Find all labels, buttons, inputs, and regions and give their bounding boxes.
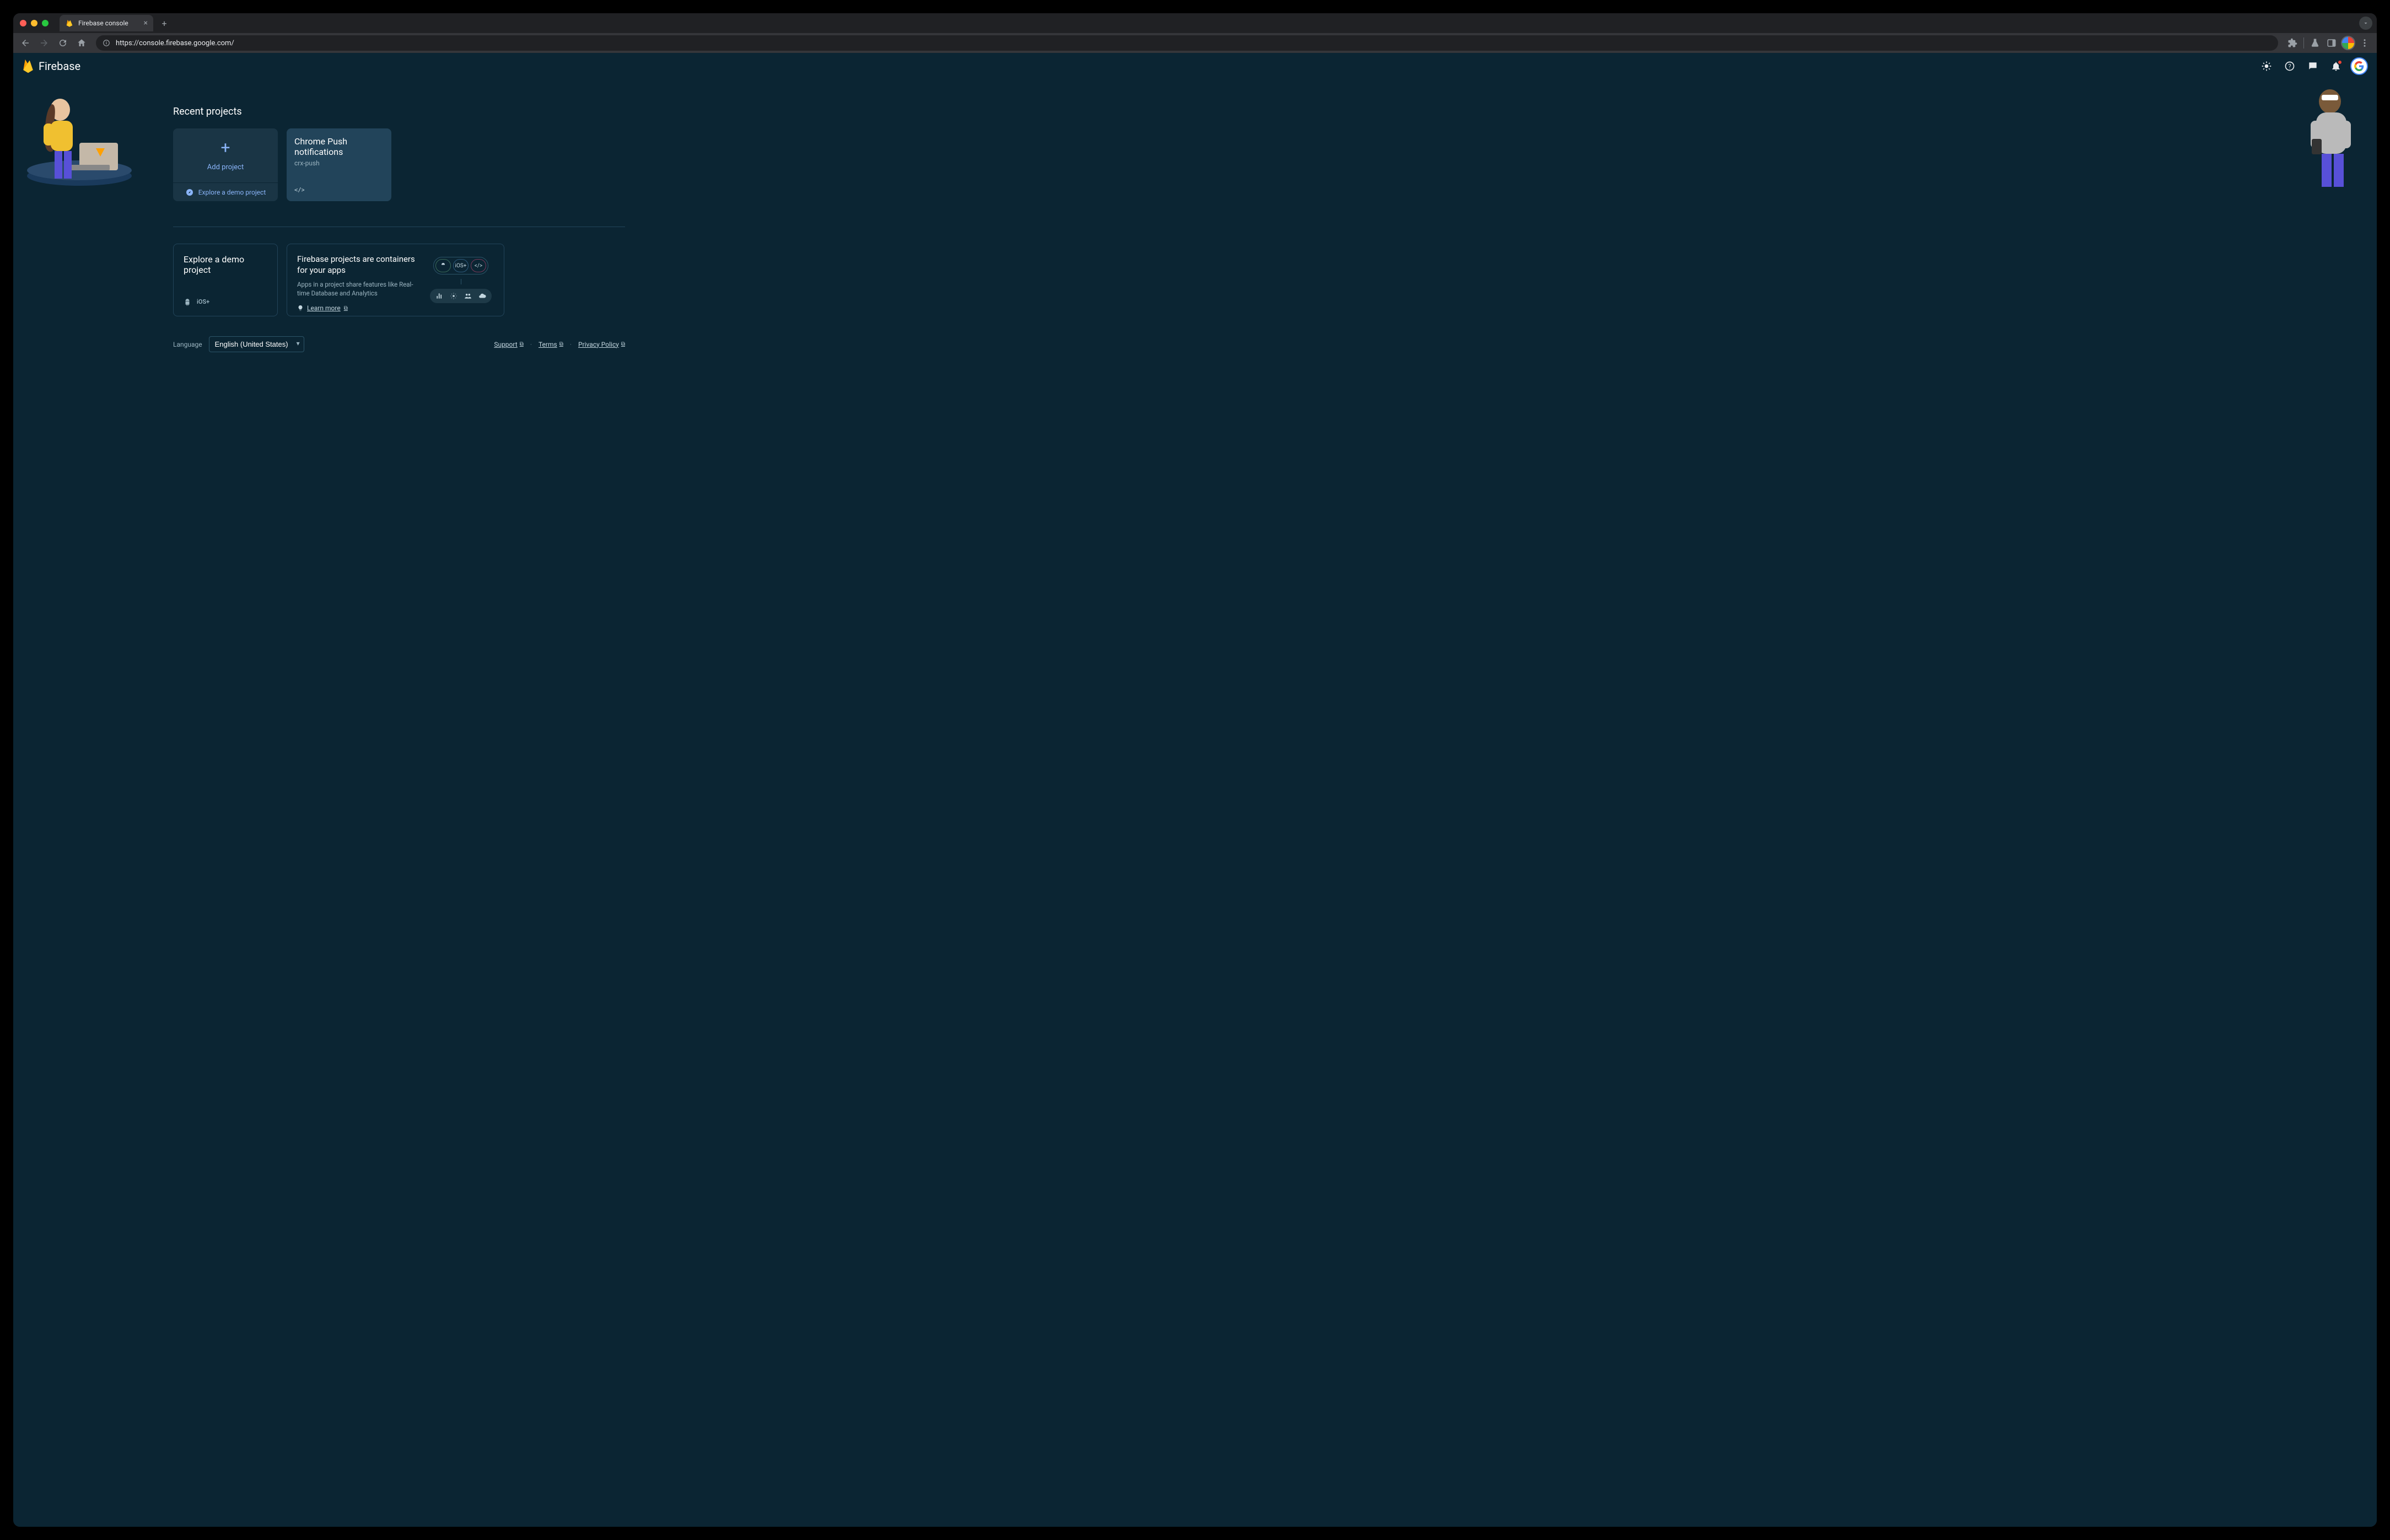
learn-more-link[interactable]: Learn more ⧉ bbox=[297, 304, 348, 312]
minimize-window-button[interactable] bbox=[31, 20, 37, 26]
users-icon bbox=[464, 292, 472, 300]
add-project-label: Add project bbox=[207, 163, 244, 171]
side-panel-button[interactable] bbox=[2324, 35, 2339, 51]
explore-demo-link[interactable]: Explore a demo project bbox=[173, 182, 278, 201]
project-id: crx-push bbox=[294, 159, 384, 167]
puzzle-icon bbox=[2287, 38, 2297, 48]
firebase-brand-text: Firebase bbox=[39, 60, 80, 73]
panel-icon bbox=[2327, 38, 2337, 48]
svg-text:</>: </> bbox=[294, 187, 304, 193]
web-platform-icon: </> bbox=[294, 186, 304, 193]
close-window-button[interactable] bbox=[20, 20, 26, 26]
new-tab-button[interactable]: + bbox=[158, 17, 171, 30]
firebase-favicon-icon bbox=[65, 19, 74, 28]
arrow-right-icon bbox=[39, 38, 49, 48]
hero-illustration-left bbox=[13, 79, 134, 190]
forward-button[interactable] bbox=[36, 35, 52, 51]
recent-projects-heading: Recent projects bbox=[173, 106, 625, 117]
containers-info-card: Firebase projects are containers for you… bbox=[287, 244, 504, 316]
android-pill-icon bbox=[435, 259, 451, 272]
terms-link[interactable]: Terms⧉ bbox=[539, 341, 563, 348]
help-icon: ? bbox=[2284, 61, 2295, 72]
tabs-dropdown-button[interactable] bbox=[2359, 17, 2372, 30]
whats-new-button[interactable] bbox=[2304, 57, 2322, 75]
reload-icon bbox=[58, 38, 68, 48]
labs-button[interactable] bbox=[2307, 35, 2323, 51]
profile-button[interactable] bbox=[2340, 35, 2356, 51]
external-link-icon: ⧉ bbox=[559, 341, 563, 347]
address-bar[interactable]: https://console.firebase.google.com/ bbox=[96, 35, 2278, 51]
reload-button[interactable] bbox=[55, 35, 71, 51]
info-cards-row: Explore a demo project iOS+ Firebase pro… bbox=[173, 244, 625, 316]
main-content: Recent projects + Add project Explore a … bbox=[173, 79, 625, 374]
web-pill-icon: </> bbox=[471, 259, 486, 272]
help-button[interactable]: ? bbox=[2281, 57, 2299, 75]
language-select[interactable]: English (United States) bbox=[209, 336, 304, 352]
google-avatar-icon bbox=[2350, 57, 2368, 75]
window-controls bbox=[20, 20, 49, 26]
console-footer: Language English (United States) Support… bbox=[173, 336, 625, 374]
close-tab-button[interactable]: × bbox=[144, 19, 148, 28]
container-card-title: Firebase projects are containers for you… bbox=[297, 254, 417, 276]
add-project-card[interactable]: + Add project bbox=[173, 128, 278, 182]
ios-icon: iOS+ bbox=[197, 298, 209, 306]
platforms-diagram: iOS+ </> bbox=[428, 254, 494, 306]
toolbar-divider bbox=[2303, 37, 2304, 49]
notifications-button[interactable] bbox=[2327, 57, 2345, 75]
arrow-left-icon bbox=[20, 38, 30, 48]
project-cards-row: + Add project Explore a demo project Chr… bbox=[173, 128, 625, 201]
container-card-desc: Apps in a project share features like Re… bbox=[297, 280, 417, 298]
flask-icon bbox=[2310, 38, 2320, 48]
external-link-icon: ⧉ bbox=[520, 341, 524, 347]
android-icon bbox=[184, 298, 191, 306]
profile-avatar-icon bbox=[2341, 36, 2355, 50]
browser-window: Firebase console × + https://console.fir… bbox=[13, 13, 2377, 1527]
analytics-icon bbox=[435, 292, 443, 300]
tab-title: Firebase console bbox=[78, 19, 128, 27]
chevron-down-icon bbox=[2362, 20, 2369, 26]
explore-demo-label: Explore a demo project bbox=[198, 189, 266, 196]
tab-strip: Firebase console × + bbox=[13, 13, 2377, 33]
chat-icon bbox=[2307, 61, 2318, 72]
support-link[interactable]: Support⧉ bbox=[494, 341, 524, 348]
project-card[interactable]: Chrome Push notifications crx-push </> bbox=[287, 128, 391, 201]
site-info-icon bbox=[103, 39, 110, 47]
theme-toggle-button[interactable] bbox=[2258, 57, 2275, 75]
browser-menu-button[interactable] bbox=[2357, 35, 2372, 51]
maximize-window-button[interactable] bbox=[42, 20, 49, 26]
extensions-button[interactable] bbox=[2285, 35, 2300, 51]
browser-tab[interactable]: Firebase console × bbox=[60, 15, 153, 31]
firebase-console: Firebase ? bbox=[13, 53, 2377, 1527]
language-label: Language bbox=[173, 341, 202, 348]
config-icon bbox=[450, 292, 457, 300]
firebase-appbar: Firebase ? bbox=[13, 53, 2377, 79]
cloud-icon bbox=[478, 292, 486, 300]
project-platforms: </> bbox=[294, 186, 384, 193]
kebab-icon bbox=[2360, 38, 2370, 48]
url-text: https://console.firebase.google.com/ bbox=[116, 39, 234, 47]
home-button[interactable] bbox=[74, 35, 89, 51]
firebase-flame-icon bbox=[22, 58, 34, 74]
external-link-icon: ⧉ bbox=[344, 305, 348, 311]
ios-pill-icon: iOS+ bbox=[453, 259, 469, 272]
plus-icon: + bbox=[220, 140, 230, 157]
compass-icon bbox=[185, 188, 194, 197]
privacy-link[interactable]: Privacy Policy⧉ bbox=[578, 341, 625, 348]
browser-toolbar: https://console.firebase.google.com/ bbox=[13, 33, 2377, 53]
sun-icon bbox=[2261, 61, 2272, 72]
explore-card-title: Explore a demo project bbox=[184, 254, 267, 275]
external-link-icon: ⧉ bbox=[621, 341, 625, 347]
hero-illustration-right bbox=[2289, 79, 2377, 190]
project-name: Chrome Push notifications bbox=[294, 136, 384, 157]
svg-text:?: ? bbox=[2288, 63, 2291, 70]
lightbulb-icon bbox=[297, 305, 304, 311]
firebase-logo[interactable]: Firebase bbox=[22, 58, 80, 74]
google-account-button[interactable] bbox=[2350, 57, 2368, 75]
explore-demo-card[interactable]: Explore a demo project iOS+ bbox=[173, 244, 278, 316]
back-button[interactable] bbox=[18, 35, 33, 51]
notification-badge bbox=[2337, 60, 2343, 65]
home-icon bbox=[77, 38, 87, 48]
